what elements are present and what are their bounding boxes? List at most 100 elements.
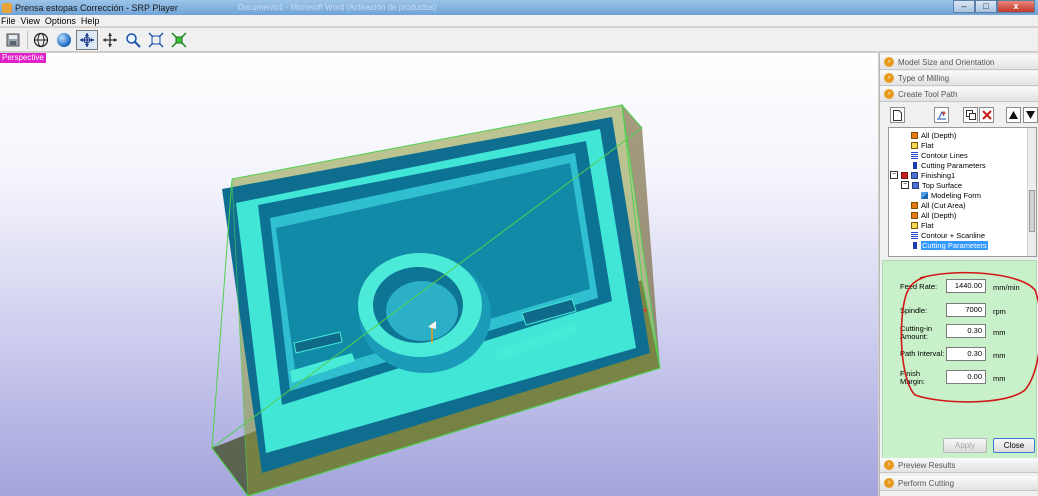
chevron-icon: › bbox=[884, 478, 894, 488]
tree-scrollbar[interactable] bbox=[1027, 128, 1036, 256]
param-row: Feed Rate: 1440.00 mm/min bbox=[883, 279, 1038, 303]
param-label: Feed Rate: bbox=[900, 282, 938, 291]
param-unit: rpm bbox=[993, 307, 1006, 316]
contour-icon bbox=[911, 151, 918, 159]
tree-item[interactable]: All (Depth) bbox=[911, 130, 956, 140]
title-bar: Prensa estopas Corrección - SRP Player D… bbox=[0, 0, 1038, 15]
chevron-icon: › bbox=[884, 57, 894, 67]
3d-viewport[interactable]: Perspective bbox=[0, 53, 878, 496]
param-unit: mm/min bbox=[993, 283, 1020, 292]
collapse-icon[interactable]: − bbox=[890, 171, 898, 179]
menu-bar: File View Options Help bbox=[0, 15, 1038, 27]
menu-view[interactable]: View bbox=[20, 16, 44, 26]
contour-icon bbox=[911, 231, 918, 239]
feed-rate-input[interactable]: 1440.00 bbox=[946, 279, 986, 293]
toolbar-separator bbox=[27, 30, 28, 49]
copy-button[interactable] bbox=[963, 107, 978, 123]
globe-icon[interactable] bbox=[30, 30, 52, 50]
section-model-size[interactable]: › Model Size and Orientation bbox=[880, 55, 1038, 70]
section-perform-cutting[interactable]: › Perform Cutting bbox=[880, 476, 1038, 491]
window-title: Prensa estopas Corrección - SRP Player bbox=[15, 2, 178, 13]
main-toolbar bbox=[0, 28, 1038, 52]
zoom-icon[interactable] bbox=[122, 30, 144, 50]
tree-item[interactable]: Contour Lines bbox=[911, 150, 968, 160]
section-label: Type of Milling bbox=[898, 73, 950, 83]
tree-item[interactable]: Contour + Scanline bbox=[911, 230, 985, 240]
param-label: Spindle: bbox=[900, 306, 928, 315]
spindle-input[interactable]: 7000 bbox=[946, 303, 986, 317]
tree-item[interactable]: Modeling Form bbox=[921, 190, 981, 200]
chevron-icon: › bbox=[884, 73, 894, 83]
param-unit: mm bbox=[993, 351, 1006, 360]
rotate-icon[interactable] bbox=[76, 29, 98, 50]
tool-path-toolbar bbox=[886, 107, 1038, 125]
checkbox-icon[interactable] bbox=[901, 171, 908, 179]
cutting-in-amount-input[interactable]: 0.30 bbox=[946, 324, 986, 338]
close-button[interactable]: Close bbox=[993, 438, 1035, 453]
close-window-button[interactable]: x bbox=[997, 0, 1035, 13]
menu-help[interactable]: Help bbox=[80, 16, 104, 26]
fit-icon[interactable] bbox=[145, 30, 167, 50]
info-icon bbox=[913, 241, 917, 249]
chevron-icon: › bbox=[884, 460, 894, 470]
param-unit: mm bbox=[993, 374, 1006, 383]
section-label: Perform Cutting bbox=[898, 478, 955, 488]
tool-path-tree[interactable]: All (Depth) Flat Contour Lines Cutting P… bbox=[888, 127, 1037, 257]
tree-item[interactable]: Flat bbox=[911, 140, 934, 150]
finish-margin-input[interactable]: 0.00 bbox=[946, 370, 986, 384]
finishing-icon bbox=[911, 171, 918, 179]
maximize-button[interactable]: □ bbox=[975, 0, 997, 13]
calculate-path-button[interactable] bbox=[934, 107, 949, 123]
orange-box-icon bbox=[911, 201, 918, 209]
surface-icon bbox=[912, 181, 919, 189]
tree-item[interactable]: − Top Surface bbox=[901, 180, 962, 190]
new-tool-path-button[interactable] bbox=[890, 107, 905, 123]
cutting-parameters-form: Feed Rate: 1440.00 mm/min Spindle: 7000 … bbox=[882, 260, 1038, 462]
param-row: Path Interval: 0.30 mm bbox=[883, 347, 1038, 371]
minimize-button[interactable]: – bbox=[953, 0, 975, 13]
tree-item[interactable]: Cutting Parameters bbox=[911, 160, 986, 170]
flat-tool-icon bbox=[911, 141, 918, 149]
param-row: Cutting-in Amount: 0.30 mm bbox=[883, 324, 1038, 348]
tree-item[interactable]: All (Cut Area) bbox=[911, 200, 966, 210]
section-type-of-milling[interactable]: › Type of Milling bbox=[880, 71, 1038, 86]
background-window-title: Documento1 - Microsoft Word (Activación … bbox=[237, 3, 437, 12]
save-icon[interactable] bbox=[2, 30, 24, 50]
sphere-icon[interactable] bbox=[53, 30, 75, 50]
app-icon bbox=[2, 2, 12, 13]
tree-item[interactable]: Flat bbox=[911, 220, 934, 230]
window-controls: – □ x bbox=[953, 0, 1035, 13]
param-unit: mm bbox=[993, 328, 1006, 337]
section-label: Create Tool Path bbox=[898, 89, 958, 99]
pan-icon[interactable] bbox=[99, 30, 121, 50]
section-preview-results[interactable]: › Preview Results bbox=[880, 458, 1038, 473]
param-label: Path Interval: bbox=[900, 349, 945, 358]
section-label: Model Size and Orientation bbox=[898, 57, 995, 67]
info-icon bbox=[913, 161, 917, 169]
delete-button[interactable] bbox=[979, 107, 994, 123]
section-label: Preview Results bbox=[898, 460, 956, 470]
tree-item[interactable]: All (Depth) bbox=[911, 210, 956, 220]
param-row: Finish Margin: 0.00 mm bbox=[883, 369, 1038, 393]
fit-all-icon[interactable] bbox=[168, 30, 190, 50]
collapse-icon[interactable]: − bbox=[901, 181, 909, 189]
param-label: Cutting-in Amount: bbox=[900, 324, 933, 341]
right-panel: › Model Size and Orientation › Type of M… bbox=[879, 53, 1038, 496]
scrollbar-thumb[interactable] bbox=[1029, 190, 1035, 232]
param-label: Finish Margin: bbox=[900, 369, 926, 386]
menu-file[interactable]: File bbox=[0, 16, 20, 26]
tree-item[interactable]: − Finishing1 bbox=[890, 170, 955, 180]
menu-options[interactable]: Options bbox=[44, 16, 80, 26]
apply-button[interactable]: Apply bbox=[943, 438, 987, 453]
orange-box-icon bbox=[911, 131, 918, 139]
move-down-button[interactable] bbox=[1023, 107, 1038, 123]
form-icon bbox=[921, 191, 928, 199]
orange-box-icon bbox=[911, 211, 918, 219]
path-interval-input[interactable]: 0.30 bbox=[946, 347, 986, 361]
chevron-icon: › bbox=[884, 89, 894, 99]
flat-tool-icon bbox=[911, 221, 918, 229]
section-create-tool-path[interactable]: › Create Tool Path bbox=[880, 87, 1038, 102]
tree-item-selected[interactable]: Cutting Parameters bbox=[911, 240, 988, 250]
model-render bbox=[211, 103, 661, 496]
move-up-button[interactable] bbox=[1006, 107, 1021, 123]
